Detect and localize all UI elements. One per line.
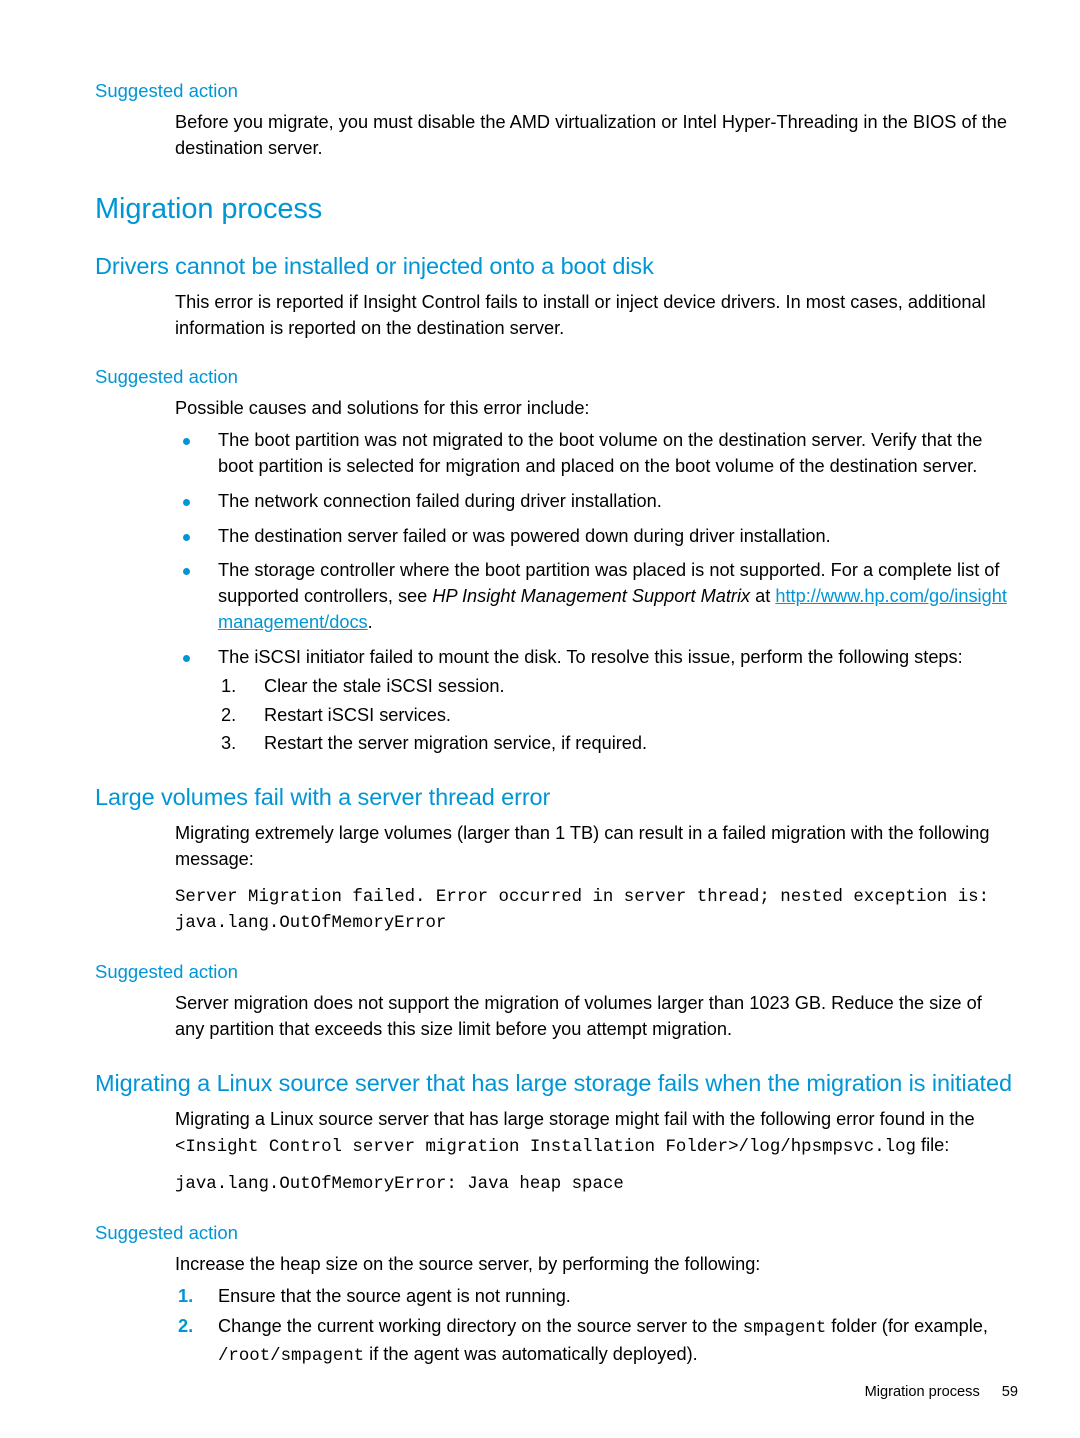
list-item: The boot partition was not migrated to t…	[175, 428, 1010, 480]
list-item-text: The network connection failed during dri…	[218, 490, 662, 511]
code-server-migration-error: Server Migration failed. Error occurred …	[175, 888, 990, 933]
smpagent-folder-path: /root/smpagent	[218, 1346, 365, 1366]
list-item: The network connection failed during dri…	[175, 489, 1010, 515]
list-item-text: The iSCSI initiator failed to mount the …	[218, 646, 963, 667]
paragraph-linux-error: Migrating a Linux source server that has…	[95, 1107, 1018, 1161]
list-item-text: The boot partition was not migrated to t…	[218, 430, 983, 476]
list-iscsi-steps: 1. Clear the stale iSCSI session. 2. Res…	[218, 674, 1010, 758]
list-item: 2. Change the current working directory …	[175, 1314, 1010, 1369]
paragraph-possible-causes-intro: Possible causes and solutions for this e…	[175, 398, 590, 419]
list-possible-causes: The boot partition was not migrated to t…	[95, 428, 1018, 757]
heading-drivers-cannot-be-installed: Drivers cannot be installed or injected …	[95, 253, 654, 280]
heading-large-volumes-fail: Large volumes fail with a server thread …	[95, 784, 551, 811]
bullet-dot-icon	[183, 533, 190, 541]
footer-page-number: 59	[1001, 1384, 1018, 1400]
step-number: 1.	[178, 1286, 194, 1307]
step-text: Ensure that the source agent is not runn…	[218, 1286, 571, 1307]
step-number: 3.	[221, 733, 237, 754]
paragraph-large-volumes: Migrating extremely large volumes (large…	[175, 823, 990, 870]
paragraph-drivers-error: This error is reported if Insight Contro…	[175, 292, 986, 339]
heading-suggested-action-1: Suggested action	[95, 80, 238, 101]
list-item: 1. Ensure that the source agent is not r…	[175, 1284, 1010, 1310]
log-file-path: <Insight Control server migration Instal…	[175, 1137, 916, 1157]
document-page: Suggested action Before you migrate, you…	[0, 0, 1080, 1438]
paragraph-part-2: file:	[915, 1134, 950, 1155]
list-item: 2. Restart iSCSI services.	[218, 703, 1010, 729]
heading-suggested-action-3: Suggested action	[95, 960, 238, 982]
paragraph-heap-size-intro: Increase the heap size on the source ser…	[175, 1254, 761, 1275]
step-number: 2.	[178, 1315, 194, 1336]
heading-migration-process: Migration process	[95, 192, 323, 225]
step-text: Clear the stale iSCSI session.	[264, 675, 505, 696]
heading-suggested-action-4: Suggested action	[95, 1222, 238, 1244]
list-item: The storage controller where the boot pa…	[175, 558, 1010, 636]
list-item-text-part-3: .	[367, 612, 373, 633]
paragraph-part-1: Migrating a Linux source server that has…	[175, 1108, 975, 1129]
step-text: Restart iSCSI services.	[264, 704, 451, 725]
paragraph-suggested-action-1: Before you migrate, you must disable the…	[175, 112, 1007, 159]
step-number: 2.	[221, 704, 237, 725]
step-text-part-2: folder (for example,	[826, 1315, 988, 1336]
bullet-dot-icon	[183, 654, 190, 662]
list-item: 1. Clear the stale iSCSI session.	[218, 674, 1010, 700]
bullet-dot-icon	[183, 438, 190, 445]
list-item-text: The destination server failed or was pow…	[218, 525, 831, 546]
paragraph-suggested-action-3: Server migration does not support the mi…	[175, 992, 982, 1039]
heading-migrating-linux-source-server: Migrating a Linux source server that has…	[95, 1069, 1012, 1096]
footer-section-title: Migration process	[864, 1384, 980, 1400]
heading-suggested-action-2: Suggested action	[95, 365, 238, 387]
smpagent-folder-name: smpagent	[742, 1318, 827, 1338]
bullet-dot-icon	[183, 568, 190, 576]
page-footer: Migration process 59	[865, 1384, 1018, 1400]
code-java-heap-space-error: java.lang.OutOfMemoryError: Java heap sp…	[175, 1175, 624, 1195]
step-number: 1.	[221, 675, 237, 696]
list-item-text-part-2: at	[750, 586, 776, 607]
list-item: The destination server failed or was pow…	[175, 524, 1010, 550]
support-matrix-title: HP Insight Management Support Matrix	[432, 586, 751, 607]
list-item: The iSCSI initiator failed to mount the …	[175, 645, 1010, 757]
bullet-dot-icon	[183, 498, 190, 506]
step-text-part-1: Change the current working directory on …	[218, 1315, 743, 1336]
list-heap-size-steps: 1. Ensure that the source agent is not r…	[95, 1284, 1018, 1369]
list-item: 3. Restart the server migration service,…	[218, 731, 1010, 757]
step-text: Restart the server migration service, if…	[264, 733, 648, 754]
step-text-part-3: if the agent was automatically deployed)…	[364, 1343, 698, 1364]
